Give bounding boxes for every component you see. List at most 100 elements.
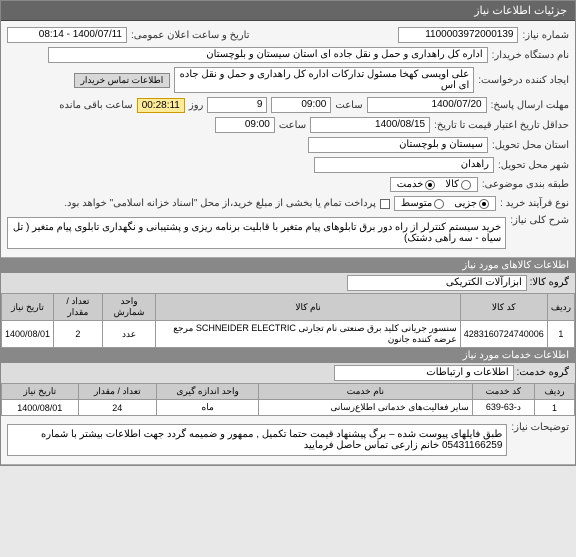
radio-goods-label: کالا [445,179,459,190]
label-city: شهر محل تحویل: [498,160,569,171]
row-main-desc: شرح کلی نیاز: خرید سیستم کنترلر از راه د… [7,213,569,253]
goods-col-unit: واحد شمارش [102,294,156,321]
services-col-qty: تعداد / مقدار [78,384,157,400]
radio-medium-label: متوسط [401,198,432,209]
services-col-code: کد خدمت [472,384,534,400]
value-deadline-day: 9 [207,97,267,113]
payment-checkbox[interactable] [380,199,390,209]
table-row: 1 4283160724740006 سنسور جریانی کلید برق… [2,321,575,348]
radio-medium [434,199,444,209]
services-cell-qty: 24 [78,400,157,416]
services-col-date: تاریخ نیاز [2,384,79,400]
goods-col-name: نام کالا [156,294,460,321]
goods-group-label: گروه کالا: [530,277,569,288]
goods-group-value: ابزارآلات الکتریکی [347,275,527,291]
goods-col-idx: ردیف [547,294,574,321]
goods-cell-name: سنسور جریانی کلید برق صنعتی نام تجارتی S… [156,321,460,348]
goods-col-qty: تعداد / مقدار [54,294,103,321]
buyer-contact-button[interactable]: اطلاعات تماس خریدار [74,73,171,88]
goods-col-date: تاریخ نیاز [2,294,54,321]
services-col-unit: واحد اندازه گیری [157,384,259,400]
label-category: طبقه بندی موضوعی: [482,179,569,190]
remaining-timer: 00:28:11 [137,98,185,113]
value-request-number: 1100003972000139 [398,27,518,43]
value-validity-hour: 09:00 [215,117,275,133]
goods-cell-qty: 2 [54,321,103,348]
radio-minor-label: جزیی [454,198,477,209]
value-province: سیستان و بلوچستان [308,137,488,153]
services-group-value: اطلاعات و ارتباطات [334,365,514,381]
services-table-header-row: ردیف کد خدمت نام خدمت واحد اندازه گیری ت… [2,384,575,400]
goods-cell-code: 4283160724740006 [460,321,547,348]
goods-group-row: گروه کالا: ابزارآلات الکتریکی [1,273,575,293]
goods-col-code: کد کالا [460,294,547,321]
value-city: راهدان [314,157,494,173]
value-buyer-org: اداره کل راهداری و حمل و نقل جاده ای است… [48,47,488,63]
value-validity-date: 1400/08/15 [310,117,430,133]
goods-header: اطلاعات کالاهای مورد نیاز [1,258,575,273]
radio-goods [461,180,471,190]
label-remaining: ساعت باقی مانده [59,100,132,111]
services-header: اطلاعات خدمات مورد نیاز [1,348,575,363]
row-city: شهر محل تحویل: راهدان [7,155,569,175]
row-buyer-org: نام دستگاه خریدار: اداره کل راهداری و حم… [7,45,569,65]
page-title: جزئیات اطلاعات نیاز [474,5,567,17]
value-notes: طبق فایلهای پیوست شده – برگ پیشنهاد قیمت… [7,424,507,456]
buy-process-radio-group: جزیی متوسط [394,196,496,211]
row-validity: حداقل تاریخ اعتبار قیمت تا تاریخ: 1400/0… [7,115,569,135]
services-cell-idx: 1 [535,400,575,416]
page-header: جزئیات اطلاعات نیاز [1,1,575,21]
payment-note: پرداخت تمام یا بخشی از مبلغ خرید،از محل … [64,198,376,209]
label-buyer-org: نام دستگاه خریدار: [492,50,569,61]
value-public-announce: 1400/07/11 - 08:14 [7,27,127,43]
row-buy-process: نوع فرآیند خرید : جزیی متوسط پرداخت تمام… [7,194,569,213]
goods-cell-date: 1400/08/01 [2,321,54,348]
goods-cell-unit: عدد [102,321,156,348]
label-public-announce: تاریخ و ساعت اعلان عمومی: [131,30,250,41]
label-deadline: مهلت ارسال پاسخ: [491,100,569,111]
label-requester: ایجاد کننده درخواست: [478,75,569,86]
label-province: استان محل تحویل: [492,140,569,151]
label-request-number: شماره نیاز: [522,30,569,41]
services-col-idx: ردیف [535,384,575,400]
services-table: ردیف کد خدمت نام خدمت واحد اندازه گیری ت… [1,383,575,416]
row-request-number: شماره نیاز: 1100003972000139 تاریخ و ساع… [7,25,569,45]
main-container: جزئیات اطلاعات نیاز شماره نیاز: 11000039… [0,0,576,466]
row-province: استان محل تحویل: سیستان و بلوچستان [7,135,569,155]
row-requester: ایجاد کننده درخواست: علی اویسی کهخا مسئو… [7,65,569,95]
label-validity: حداقل تاریخ اعتبار قیمت تا تاریخ: [434,120,569,131]
radio-service-label: خدمت [397,179,424,190]
label-deadline-day: روز [189,100,204,111]
services-col-name: نام خدمت [259,384,473,400]
value-deadline-hour: 09:00 [271,97,331,113]
value-requester: علی اویسی کهخا مسئول تدارکات اداره کل را… [174,67,474,93]
goods-table: ردیف کد کالا نام کالا واحد شمارش تعداد /… [1,293,575,348]
value-deadline-date: 1400/07/20 [367,97,487,113]
services-group-row: گروه خدمت: اطلاعات و ارتباطات [1,363,575,383]
goods-table-header-row: ردیف کد کالا نام کالا واحد شمارش تعداد /… [2,294,575,321]
radio-item-goods[interactable]: کالا [445,179,471,190]
services-cell-date: 1400/08/01 [2,400,79,416]
services-cell-code: د-63-639 [472,400,534,416]
row-deadline: مهلت ارسال پاسخ: 1400/07/20 ساعت 09:00 9… [7,95,569,115]
table-row: 1 د-63-639 سایر فعالیت‌های خدماتی اطلاع‌… [2,400,575,416]
radio-service [425,180,435,190]
services-cell-name: سایر فعالیت‌های خدماتی اطلاع‌رسانی [259,400,473,416]
goods-cell-idx: 1 [547,321,574,348]
category-radio-group: کالا خدمت [390,177,478,192]
services-group-label: گروه خدمت: [516,367,569,378]
label-validity-hour: ساعت [279,120,306,131]
services-cell-unit: ماه [157,400,259,416]
radio-item-minor[interactable]: جزیی [454,198,489,209]
details-section: شماره نیاز: 1100003972000139 تاریخ و ساع… [1,21,575,258]
radio-item-medium[interactable]: متوسط [401,198,444,209]
label-buy-process: نوع فرآیند خرید : [500,198,569,209]
label-deadline-hour: ساعت [335,100,362,111]
notes-section: توضیحات نیاز: طبق فایلهای پیوست شده – بر… [1,416,575,465]
label-main-desc: شرح کلی نیاز: [510,215,569,226]
label-notes: توضیحات نیاز: [511,422,569,433]
value-main-desc: خرید سیستم کنترلر از راه دور برق تابلوها… [7,217,506,249]
radio-item-service[interactable]: خدمت [397,179,436,190]
radio-minor [479,199,489,209]
row-category: طبقه بندی موضوعی: کالا خدمت [7,175,569,194]
